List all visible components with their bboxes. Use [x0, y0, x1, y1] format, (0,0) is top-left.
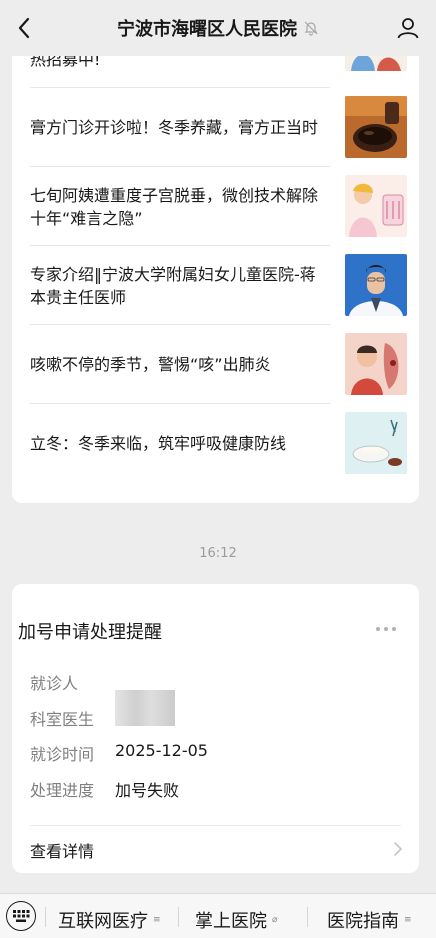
profile-button[interactable]: [392, 12, 424, 44]
message-timestamp: 16:12: [199, 546, 237, 561]
department-doctor-label: 科室医生: [30, 710, 95, 729]
article-title: 七旬阿姨遭重度子宫脱垂，微创技术解除十年“难言之隐”: [30, 185, 319, 228]
bell-off-icon: [303, 20, 319, 36]
nav-bar: 宁波市海曙区人民医院: [0, 0, 436, 56]
article-thumbnail: [345, 333, 407, 395]
back-button[interactable]: [6, 10, 42, 46]
article-title: 咳嗽不停的季节，警惕“咳”出肺炎: [30, 355, 271, 374]
article-item[interactable]: 七旬阿姨遭重度子宫脱垂，微创技术解除十年“难言之隐”: [30, 167, 407, 246]
chevron-right-icon: [394, 842, 402, 856]
article-title: 膏方门诊开诊啦！冬季养藏，膏方正当时: [30, 118, 319, 137]
patient-label: 就诊人: [30, 674, 79, 693]
more-options-icon[interactable]: [376, 627, 396, 631]
article-thumbnail: [345, 412, 407, 474]
article-thumbnail: [345, 254, 407, 316]
article-item[interactable]: 咳嗽不停的季节，警惕“咳”出肺炎: [30, 325, 407, 404]
article-item[interactable]: 膏方门诊开诊啦！冬季养藏，膏方正当时: [30, 88, 407, 167]
menu-label: 掌上医院: [195, 911, 267, 932]
menu-hospital-guide[interactable]: 医院指南 ≡: [327, 907, 412, 933]
submenu-icon: ≡: [153, 915, 161, 925]
visit-time-value: 2025-12-05: [115, 741, 208, 760]
visit-time-label: 就诊时间: [30, 745, 95, 764]
redacted-block: [115, 690, 175, 726]
divider: [178, 907, 179, 927]
article-thumbnail: [345, 175, 407, 237]
progress-label: 处理进度: [30, 781, 95, 800]
keyboard-toggle-button[interactable]: [6, 901, 36, 931]
menu-mobile-hospital[interactable]: 掌上医院 ⌀: [195, 907, 277, 933]
page-title: 宁波市海曙区人民医院: [117, 19, 297, 40]
divider: [30, 825, 401, 826]
submenu-icon: ≡: [404, 915, 412, 925]
person-icon: [397, 18, 419, 39]
article-item[interactable]: 立冬：冬季来临，筑牢呼吸健康防线: [30, 404, 407, 483]
menu-label: 互联网医疗: [58, 911, 148, 932]
article-title: 立冬：冬季来临，筑牢呼吸健康防线: [30, 434, 287, 453]
link-icon: ⌀: [272, 915, 278, 925]
bottom-menu-bar: 互联网医疗 ≡ 掌上医院 ⌀ 医院指南 ≡: [0, 893, 436, 938]
menu-internet-medical[interactable]: 互联网医疗 ≡: [58, 907, 161, 933]
article-list-card: 热招募中! 膏方门诊开诊啦！冬季养藏，膏方正当时 七旬阿姨遭重度子宫脱垂，微创技…: [12, 18, 419, 503]
view-details-link[interactable]: 查看详情: [30, 838, 94, 862]
divider: [45, 907, 46, 927]
progress-value: 加号失败: [115, 781, 180, 800]
article-item[interactable]: 专家介绍‖宁波大学附属妇女儿童医院-蒋本贵主任医师: [30, 246, 407, 325]
article-thumbnail: [345, 96, 407, 158]
article-title: 专家介绍‖宁波大学附属妇女儿童医院-蒋本贵主任医师: [30, 264, 316, 307]
keyboard-icon: [13, 910, 30, 922]
title-group: 宁波市海曙区人民医院: [117, 15, 319, 41]
divider: [307, 907, 308, 927]
chevron-left-icon: [18, 17, 30, 39]
menu-label: 医院指南: [327, 911, 399, 932]
notice-title: 加号申请处理提醒: [18, 622, 162, 643]
